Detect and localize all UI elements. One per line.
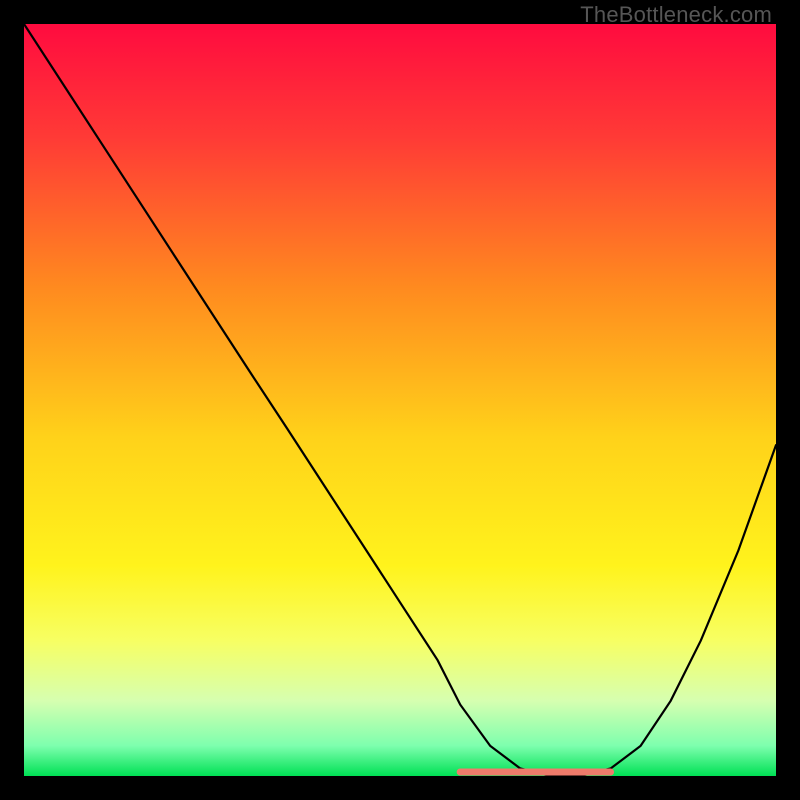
watermark-text: TheBottleneck.com bbox=[580, 2, 772, 28]
gradient-background bbox=[24, 24, 776, 776]
bottleneck-chart bbox=[24, 24, 776, 776]
